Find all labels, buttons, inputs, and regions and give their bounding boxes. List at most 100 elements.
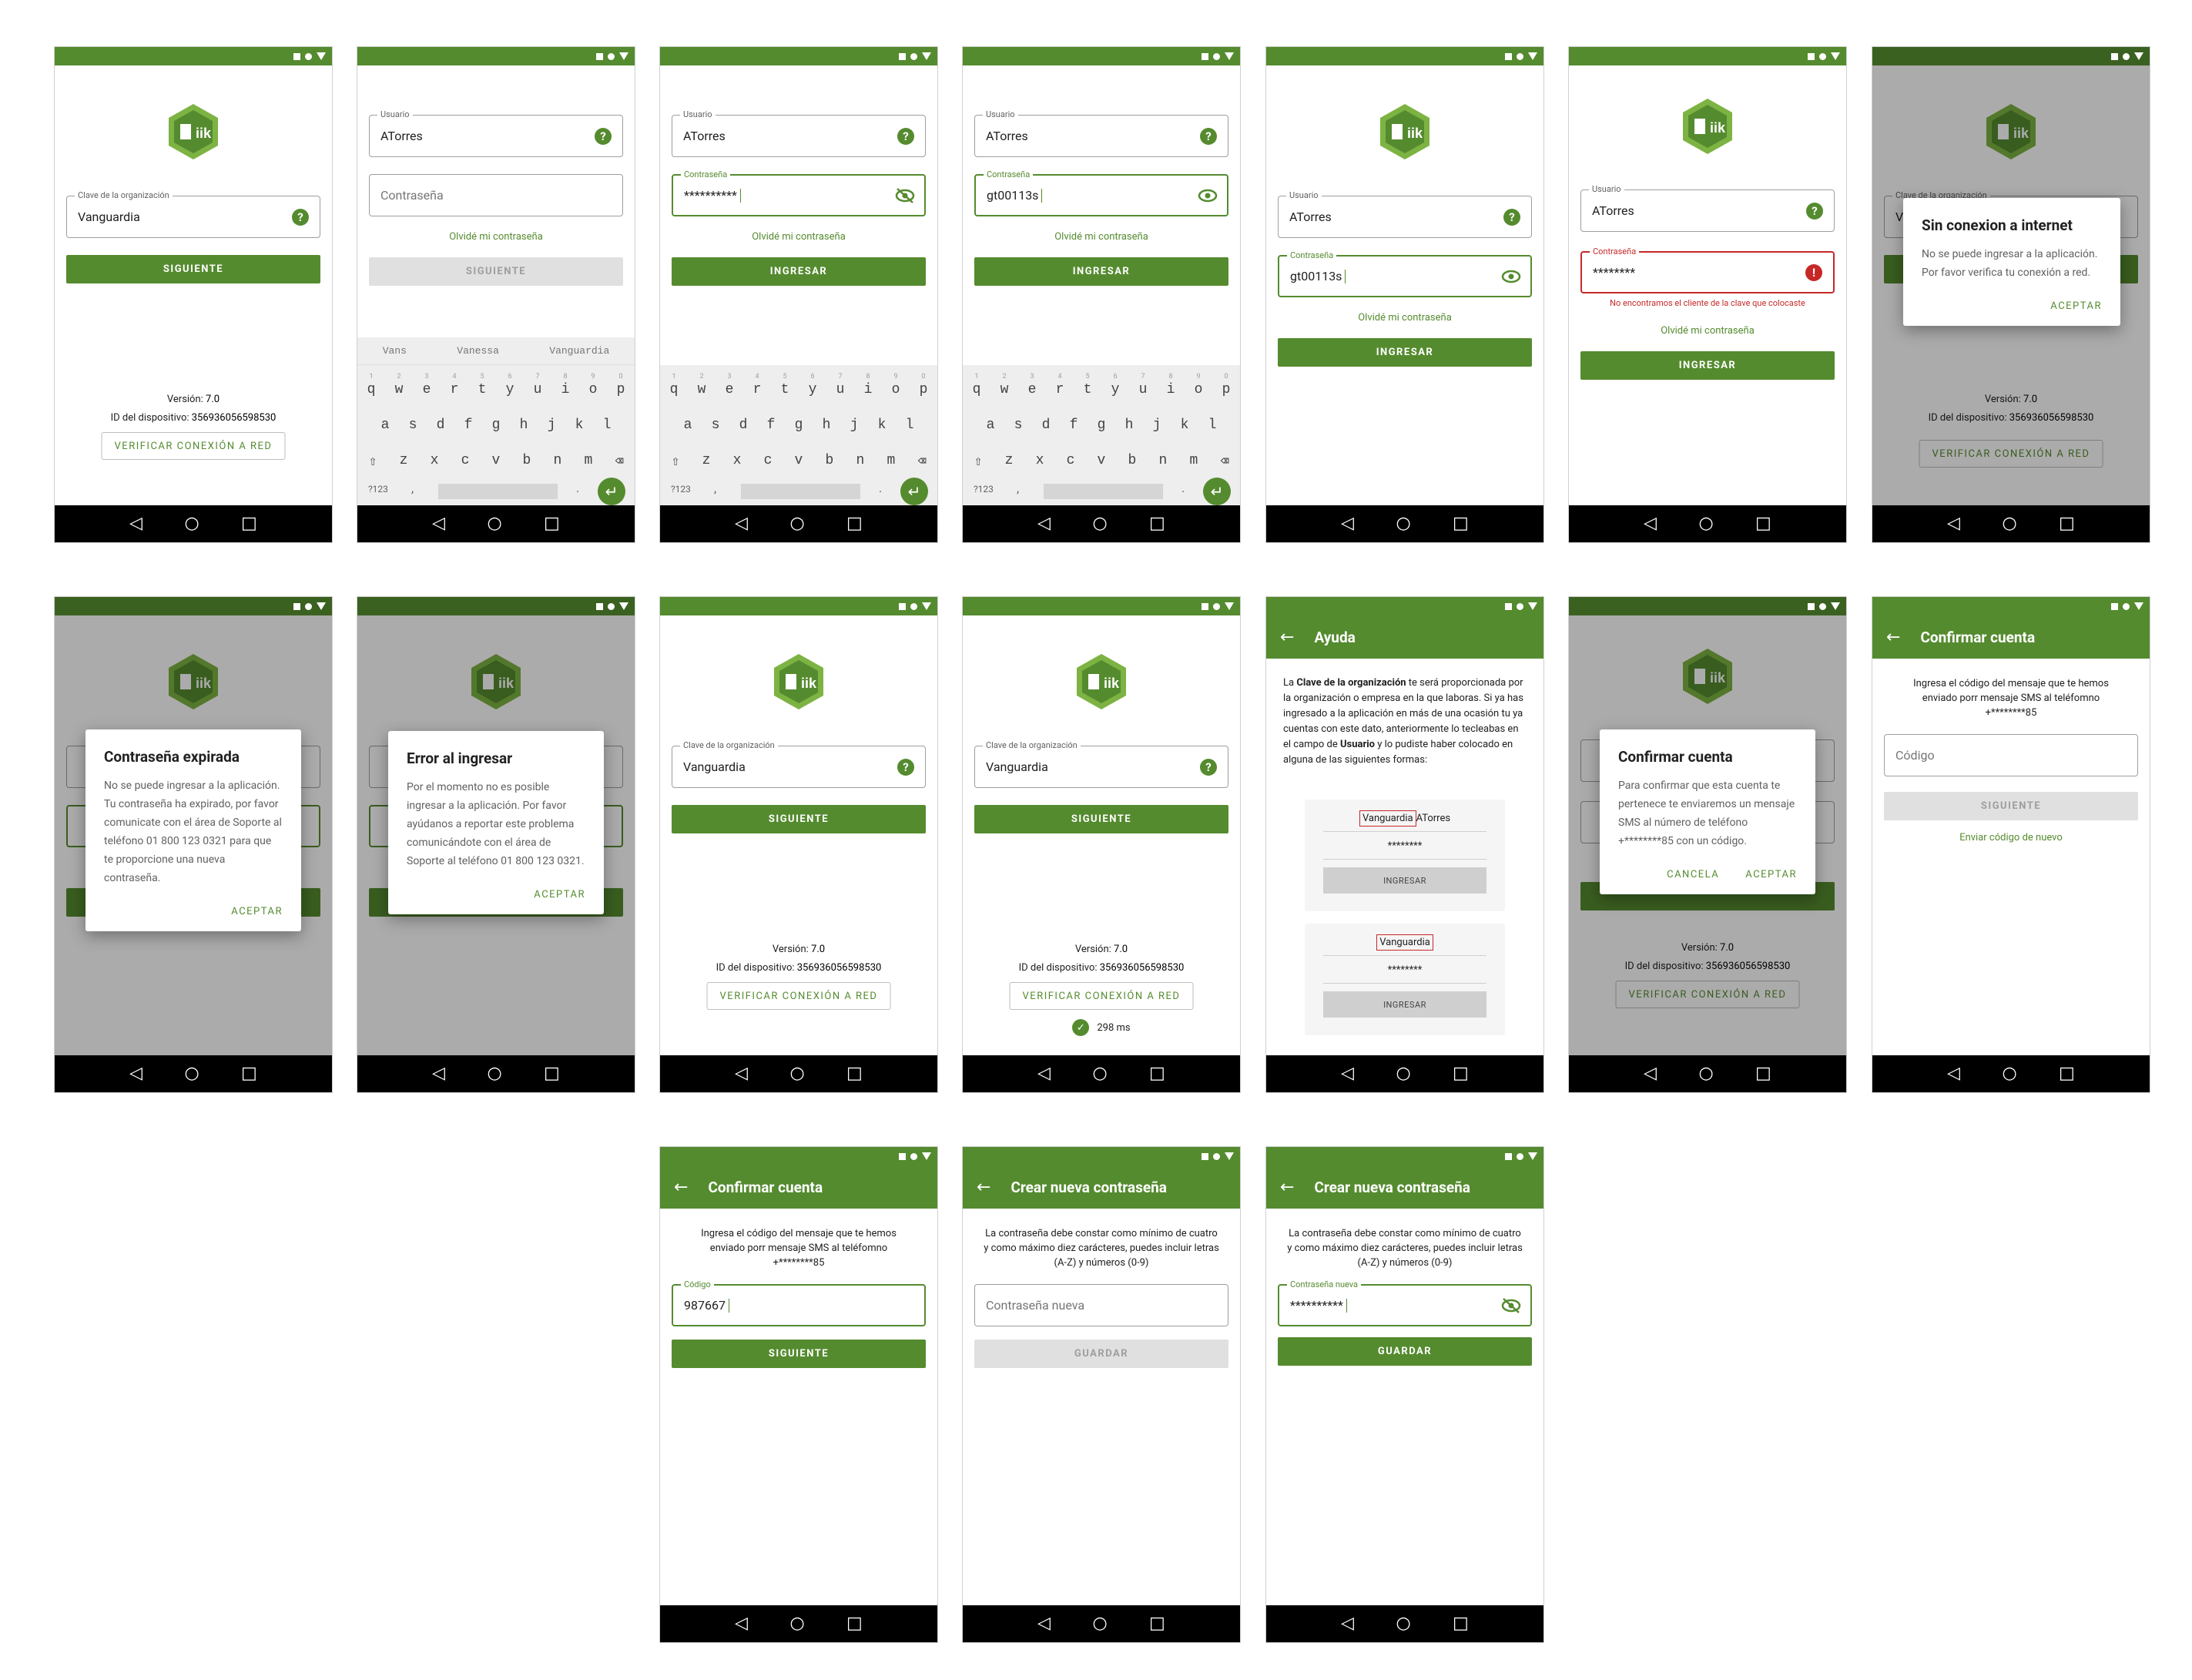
help-icon[interactable]: ?: [1806, 202, 1823, 220]
user-field[interactable]: Usuario ATorres?: [672, 109, 926, 157]
nav-home-icon[interactable]: ○: [1698, 1065, 1713, 1082]
back-arrow-icon[interactable]: ←: [977, 1178, 990, 1197]
forgot-password-link[interactable]: Olvidé mi contraseña: [660, 231, 937, 243]
next-button[interactable]: SIGUIENTE: [974, 805, 1228, 833]
shift-key[interactable]: ⇧: [369, 453, 377, 470]
back-arrow-icon[interactable]: ←: [1280, 1178, 1294, 1197]
next-button[interactable]: SIGUIENTE: [672, 805, 926, 833]
backspace-key[interactable]: ⌫: [917, 453, 926, 470]
cancel-button[interactable]: CANCELA: [1667, 869, 1719, 880]
accept-button[interactable]: ACEPTAR: [231, 906, 283, 917]
help-icon[interactable]: ?: [1200, 758, 1217, 776]
eye-off-icon[interactable]: [1501, 1296, 1521, 1315]
user-field[interactable]: Usuario ATorres?: [1278, 190, 1532, 238]
help-icon[interactable]: ?: [1503, 208, 1520, 226]
enter-key[interactable]: ↵: [598, 478, 625, 505]
nav-home-icon[interactable]: ○: [1092, 1615, 1107, 1632]
help-icon[interactable]: ?: [897, 127, 914, 145]
nav-back-icon[interactable]: ◁: [735, 1065, 748, 1082]
nav-recent-icon[interactable]: □: [1453, 515, 1469, 532]
back-arrow-icon[interactable]: ←: [1886, 628, 1900, 647]
help-icon[interactable]: ?: [595, 127, 612, 145]
backspace-key[interactable]: ⌫: [615, 453, 623, 470]
user-field[interactable]: Usuario ATorres?: [974, 109, 1228, 157]
password-field[interactable]: Contraseña ********!: [1580, 246, 1835, 293]
nav-back-icon[interactable]: ◁: [432, 1065, 445, 1082]
next-button[interactable]: SIGUIENTE: [1884, 792, 2138, 820]
accept-button[interactable]: ACEPTAR: [534, 889, 585, 900]
nav-recent-icon[interactable]: □: [1453, 1615, 1469, 1632]
forgot-password-link[interactable]: Olvidé mi contraseña: [1266, 312, 1543, 324]
user-field[interactable]: Usuario ATorres?: [369, 109, 623, 157]
shift-key[interactable]: ⇧: [672, 453, 680, 470]
nav-back-icon[interactable]: ◁: [1644, 1065, 1657, 1082]
nav-recent-icon[interactable]: □: [2059, 515, 2075, 532]
forgot-password-link[interactable]: Olvidé mi contraseña: [963, 231, 1240, 243]
nav-home-icon[interactable]: ○: [1396, 1065, 1410, 1082]
nav-recent-icon[interactable]: □: [846, 515, 863, 532]
nav-recent-icon[interactable]: □: [846, 1065, 863, 1082]
nav-home-icon[interactable]: ○: [1092, 1065, 1107, 1082]
symbols-key[interactable]: ?123: [671, 484, 691, 495]
back-arrow-icon[interactable]: ←: [674, 1178, 688, 1197]
eye-icon[interactable]: [1501, 267, 1521, 286]
nav-home-icon[interactable]: ○: [1396, 515, 1410, 532]
nav-back-icon[interactable]: ◁: [1947, 515, 1960, 532]
nav-home-icon[interactable]: ○: [789, 1615, 804, 1632]
nav-back-icon[interactable]: ◁: [1947, 1065, 1960, 1082]
verify-connection-button[interactable]: VERIFICAR CONEXIÓN A RED: [1009, 982, 1194, 1010]
help-icon[interactable]: ?: [897, 758, 914, 776]
nav-home-icon[interactable]: ○: [2002, 1065, 2016, 1082]
nav-back-icon[interactable]: ◁: [1341, 1615, 1354, 1632]
accept-button[interactable]: ACEPTAR: [1745, 869, 1797, 880]
help-icon[interactable]: ?: [292, 208, 309, 226]
code-field[interactable]: Código: [1884, 734, 2138, 776]
nav-home-icon[interactable]: ○: [1698, 515, 1713, 532]
help-icon[interactable]: ?: [1200, 127, 1217, 145]
password-field[interactable]: Contraseña **********: [672, 169, 926, 216]
nav-home-icon[interactable]: ○: [487, 515, 501, 532]
nav-recent-icon[interactable]: □: [1149, 1615, 1165, 1632]
nav-back-icon[interactable]: ◁: [129, 1065, 142, 1082]
nav-back-icon[interactable]: ◁: [1341, 1065, 1354, 1082]
nav-back-icon[interactable]: ◁: [735, 515, 748, 532]
symbols-key[interactable]: ?123: [368, 484, 388, 495]
login-button[interactable]: INGRESAR: [974, 257, 1228, 286]
org-key-field[interactable]: Clave de la organización Vanguardia?: [66, 190, 320, 238]
space-key[interactable]: [438, 484, 558, 499]
next-button[interactable]: SIGUIENTE: [66, 255, 320, 283]
login-button[interactable]: INGRESAR: [1278, 338, 1532, 367]
verify-connection-button[interactable]: VERIFICAR CONEXIÓN A RED: [101, 432, 286, 460]
nav-recent-icon[interactable]: □: [1149, 515, 1165, 532]
backspace-key[interactable]: ⌫: [1220, 453, 1228, 470]
nav-back-icon[interactable]: ◁: [1037, 1615, 1051, 1632]
nav-home-icon[interactable]: ○: [184, 1065, 199, 1082]
nav-home-icon[interactable]: ○: [789, 1065, 804, 1082]
password-field[interactable]: Contraseña: [369, 174, 623, 216]
nav-recent-icon[interactable]: □: [241, 515, 257, 532]
nav-home-icon[interactable]: ○: [487, 1065, 501, 1082]
next-button[interactable]: SIGUIENTE: [672, 1340, 926, 1368]
code-field[interactable]: Código 987667: [672, 1279, 926, 1326]
nav-back-icon[interactable]: ◁: [129, 515, 142, 532]
nav-back-icon[interactable]: ◁: [1037, 1065, 1051, 1082]
eye-off-icon[interactable]: [895, 186, 915, 205]
org-key-field[interactable]: Clave de la organización Vanguardia?: [672, 740, 926, 788]
nav-recent-icon[interactable]: □: [2059, 1065, 2075, 1082]
new-password-field[interactable]: Contraseña nueva: [974, 1284, 1228, 1326]
back-arrow-icon[interactable]: ←: [1280, 628, 1294, 647]
save-button[interactable]: GUARDAR: [1278, 1337, 1532, 1366]
nav-recent-icon[interactable]: □: [241, 1065, 257, 1082]
login-button[interactable]: INGRESAR: [1580, 351, 1835, 380]
nav-back-icon[interactable]: ◁: [1644, 515, 1657, 532]
nav-recent-icon[interactable]: □: [1755, 1065, 1771, 1082]
nav-back-icon[interactable]: ◁: [432, 515, 445, 532]
space-key[interactable]: [1044, 484, 1163, 499]
password-field[interactable]: Contraseña gt00113s: [1278, 250, 1532, 297]
save-button[interactable]: GUARDAR: [974, 1340, 1228, 1368]
nav-recent-icon[interactable]: □: [1149, 1065, 1165, 1082]
nav-back-icon[interactable]: ◁: [1341, 515, 1354, 532]
eye-icon[interactable]: [1198, 186, 1218, 205]
org-key-field[interactable]: Clave de la organización Vanguardia?: [974, 740, 1228, 788]
nav-recent-icon[interactable]: □: [1755, 515, 1771, 532]
